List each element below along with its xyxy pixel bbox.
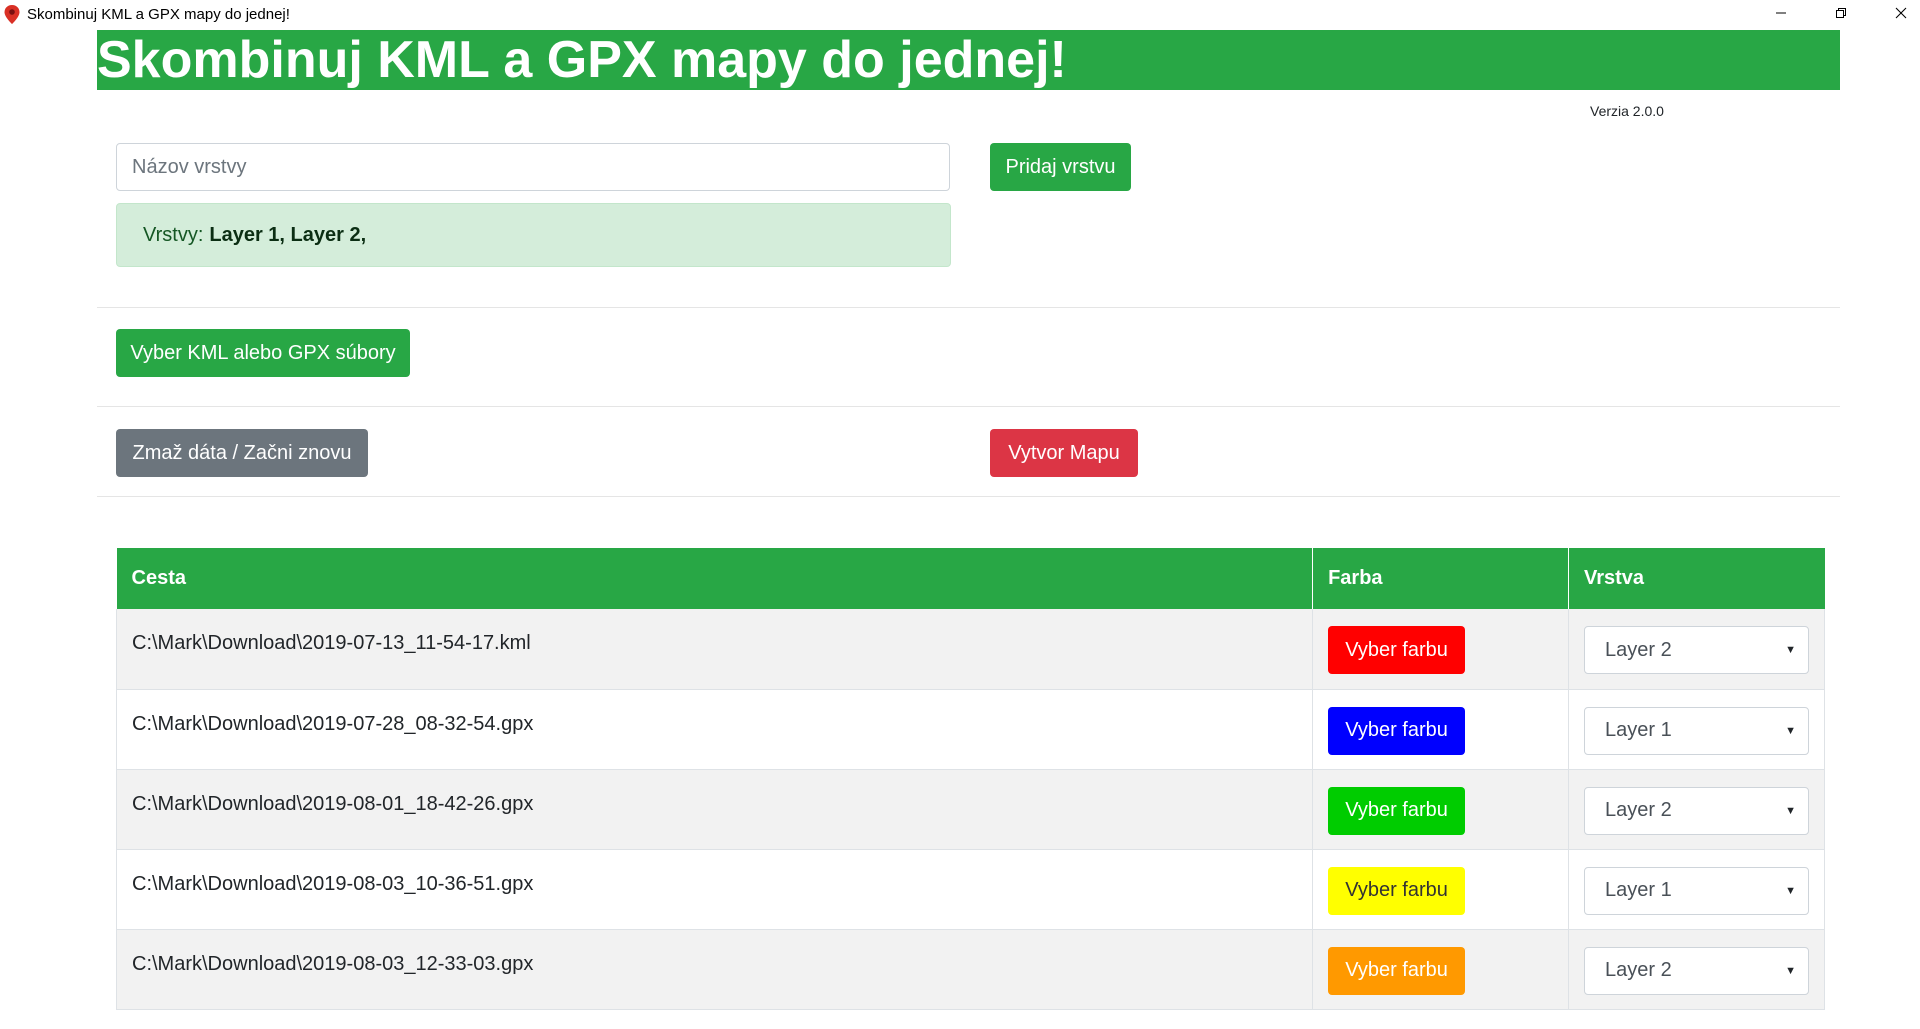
- choose-color-button[interactable]: Vyber farbu: [1328, 866, 1466, 915]
- layer-select[interactable]: Layer 1 ▼: [1583, 866, 1809, 915]
- column-header-color: Farba: [1312, 548, 1569, 609]
- minimize-button[interactable]: [1752, 0, 1810, 29]
- color-cell: Vyber farbu: [1312, 849, 1569, 930]
- table-row: C:\Mark\Download\2019-08-03_12-33-03.gpx…: [115, 929, 1826, 1010]
- layer-select-value: Layer 2: [1604, 799, 1672, 821]
- window-titlebar: Skombinuj KML a GPX mapy do jednej!: [0, 0, 1920, 29]
- choose-color-button[interactable]: Vyber farbu: [1328, 946, 1466, 995]
- restore-icon: [1835, 6, 1847, 24]
- layer-select[interactable]: Layer 2 ▼: [1583, 786, 1809, 835]
- file-path-cell: C:\Mark\Download\2019-07-28_08-32-54.gpx: [115, 689, 1314, 770]
- dropdown-caret-icon: ▼: [1785, 884, 1796, 897]
- version-label: Verzia 2.0.0: [1590, 103, 1664, 119]
- layers-alert: Vrstvy: Layer 1, Layer 2,: [116, 203, 951, 267]
- header-banner: Skombinuj KML a GPX mapy do jednej!: [97, 30, 1840, 90]
- layers-alert-list: Layer 1, Layer 2,: [209, 223, 367, 246]
- layer-select[interactable]: Layer 2 ▼: [1583, 946, 1809, 995]
- choose-color-button[interactable]: Vyber farbu: [1328, 706, 1466, 755]
- layer-cell: Layer 2 ▼: [1568, 609, 1826, 690]
- reset-data-button[interactable]: Zmaž dáta / Začni znovu: [116, 429, 368, 477]
- table-row: C:\Mark\Download\2019-07-13_11-54-17.kml…: [115, 609, 1826, 690]
- dropdown-caret-icon: ▼: [1785, 964, 1796, 977]
- file-path-cell: C:\Mark\Download\2019-08-03_10-36-51.gpx: [115, 849, 1314, 930]
- color-cell: Vyber farbu: [1312, 769, 1569, 850]
- select-files-button[interactable]: Vyber KML alebo GPX súbory: [116, 329, 410, 377]
- layer-select-value: Layer 2: [1604, 959, 1672, 981]
- file-path-cell: C:\Mark\Download\2019-08-01_18-42-26.gpx: [115, 769, 1314, 850]
- table-row: C:\Mark\Download\2019-08-03_10-36-51.gpx…: [115, 849, 1826, 930]
- column-header-layer: Vrstva: [1568, 548, 1825, 609]
- divider: [97, 406, 1840, 407]
- page-title: Skombinuj KML a GPX mapy do jednej!: [97, 31, 1067, 89]
- layer-cell: Layer 1 ▼: [1568, 849, 1826, 930]
- layer-cell: Layer 2 ▼: [1568, 929, 1826, 1010]
- file-path-cell: C:\Mark\Download\2019-07-13_11-54-17.kml: [115, 609, 1314, 690]
- color-cell: Vyber farbu: [1312, 929, 1569, 1010]
- create-map-button[interactable]: Vytvor Mapu: [990, 429, 1138, 477]
- layers-alert-label: Vrstvy:: [143, 223, 204, 246]
- choose-color-button[interactable]: Vyber farbu: [1328, 626, 1466, 674]
- divider: [97, 307, 1840, 308]
- minimize-icon: [1775, 6, 1787, 24]
- layer-select[interactable]: Layer 1 ▼: [1583, 706, 1809, 755]
- table-body: C:\Mark\Download\2019-07-13_11-54-17.kml…: [115, 609, 1826, 1010]
- table-row: C:\Mark\Download\2019-07-28_08-32-54.gpx…: [115, 689, 1826, 770]
- layer-cell: Layer 1 ▼: [1568, 689, 1826, 770]
- file-path-cell: C:\Mark\Download\2019-08-03_12-33-03.gpx: [115, 929, 1314, 1010]
- dropdown-caret-icon: ▼: [1785, 644, 1796, 656]
- dropdown-caret-icon: ▼: [1785, 724, 1796, 737]
- files-table: Cesta Farba Vrstva C:\Mark\Download\2019…: [115, 548, 1826, 1010]
- layer-name-input[interactable]: [116, 143, 950, 191]
- restore-button[interactable]: [1812, 0, 1870, 29]
- add-layer-button[interactable]: Pridaj vrstvu: [990, 143, 1131, 191]
- close-button[interactable]: [1872, 0, 1920, 29]
- column-header-path: Cesta: [116, 548, 1314, 609]
- layer-select-value: Layer 1: [1604, 719, 1672, 741]
- table-header-row: Cesta Farba Vrstva: [116, 548, 1825, 609]
- color-cell: Vyber farbu: [1312, 689, 1569, 770]
- close-icon: [1895, 6, 1907, 24]
- map-pin-icon: [4, 5, 20, 24]
- layer-select-value: Layer 2: [1604, 638, 1672, 661]
- color-cell: Vyber farbu: [1312, 609, 1569, 690]
- layer-select-value: Layer 1: [1604, 879, 1672, 901]
- table-row: C:\Mark\Download\2019-08-01_18-42-26.gpx…: [115, 769, 1826, 850]
- window-title: Skombinuj KML a GPX mapy do jednej!: [27, 6, 290, 23]
- layer-cell: Layer 2 ▼: [1568, 769, 1826, 850]
- layer-select[interactable]: Layer 2 ▼: [1583, 626, 1809, 674]
- divider: [97, 496, 1840, 497]
- dropdown-caret-icon: ▼: [1785, 804, 1796, 817]
- choose-color-button[interactable]: Vyber farbu: [1328, 786, 1466, 835]
